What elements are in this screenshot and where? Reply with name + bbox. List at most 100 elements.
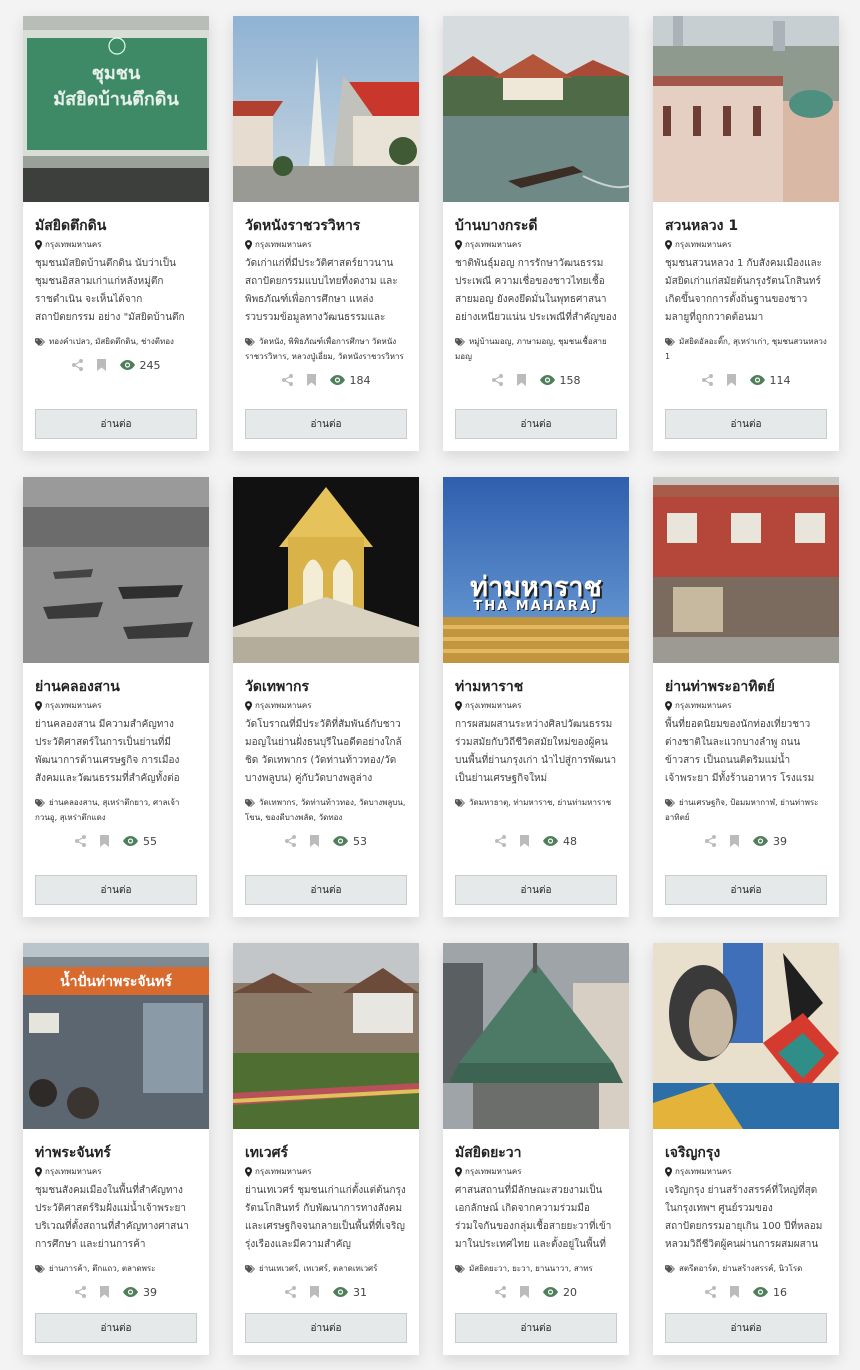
bookmark-icon[interactable] <box>310 1286 319 1298</box>
card-tags[interactable]: วัดมหาธาตุ, ท่ามหาราช, ย่านท่ามหาราช <box>455 795 617 825</box>
card-tags[interactable]: ย่านคลองสาน, สุเหร่าตึกยาว, ศาลเจ้ากวนอู… <box>35 795 197 825</box>
share-icon[interactable] <box>705 835 716 847</box>
view-count-value: 16 <box>773 1285 787 1299</box>
card-tags[interactable]: สตรีตอาร์ต, ย่านสร้างสรรค์, นิวโรด <box>665 1261 827 1276</box>
community-card-12[interactable]: เจริญกรุง กรุงเทพมหานคร เจริญกรุง ย่านสร… <box>653 943 839 1355</box>
bookmark-icon[interactable] <box>520 835 529 847</box>
card-title[interactable]: เจริญกรุง <box>665 1144 827 1162</box>
card-tags[interactable]: ย่านเทเวศร์, เทเวศร์, ตลาดเทเวศร์ <box>245 1261 407 1276</box>
card-tags-text[interactable]: ย่านการค้า, ตึกแถว, ตลาดพระ <box>49 1264 155 1273</box>
card-title[interactable]: มัสยิดตึกดิน <box>35 217 197 235</box>
bookmark-icon[interactable] <box>310 835 319 847</box>
community-card-3[interactable]: บ้านบางกระดี่ กรุงเทพมหานคร ชาติพันธุ์มอ… <box>443 16 629 451</box>
share-icon[interactable] <box>75 1286 86 1298</box>
card-stats: 16 <box>665 1284 827 1300</box>
read-more-button[interactable]: อ่านต่อ <box>455 409 617 439</box>
card-image[interactable]: น้ำปั่นท่าพระจันทร์ <box>23 943 209 1129</box>
card-tags-text[interactable]: ย่านคลองสาน, สุเหร่าตึกยาว, ศาลเจ้ากวนอู… <box>35 798 179 822</box>
read-more-button[interactable]: อ่านต่อ <box>245 1313 407 1343</box>
card-tags-text[interactable]: วัดมหาธาตุ, ท่ามหาราช, ย่านท่ามหาราช <box>469 798 611 807</box>
community-card-1[interactable]: ชุมชน มัสยิดบ้านตึกดิน มัสยิดตึกดิน กรุง… <box>23 16 209 451</box>
card-tags-text[interactable]: วัดเทพากร, วัดท่านท้าวทอง, วัดบางพลูบน, … <box>245 798 405 822</box>
card-tags-text[interactable]: หมู่บ้านมอญ, ภาษามอญ, ชุมชนเชื้อสายมอญ <box>455 337 607 361</box>
card-title[interactable]: บ้านบางกระดี่ <box>455 217 617 235</box>
card-title[interactable]: ท่ามหาราช <box>455 678 617 696</box>
community-card-8[interactable]: ย่านท่าพระอาทิตย์ กรุงเทพมหานคร พื้นที่ย… <box>653 477 839 917</box>
card-image[interactable] <box>23 477 209 663</box>
card-tags-text[interactable]: วัดหนัง, พิพิธภัณฑ์เพื่อการศึกษา วัดหนัง… <box>245 337 404 361</box>
read-more-button[interactable]: อ่านต่อ <box>665 875 827 905</box>
card-title[interactable]: วัดหนังราชวรวิหาร <box>245 217 407 235</box>
card-tags[interactable]: วัดหนัง, พิพิธภัณฑ์เพื่อการศึกษา วัดหนัง… <box>245 334 407 364</box>
card-tags[interactable]: หมู่บ้านมอญ, ภาษามอญ, ชุมชนเชื้อสายมอญ <box>455 334 617 364</box>
read-more-button[interactable]: อ่านต่อ <box>35 409 197 439</box>
read-more-button[interactable]: อ่านต่อ <box>245 409 407 439</box>
card-image[interactable] <box>443 943 629 1129</box>
bookmark-icon[interactable] <box>96 359 106 371</box>
read-more-button[interactable]: อ่านต่อ <box>35 875 197 905</box>
read-more-button[interactable]: อ่านต่อ <box>665 1313 827 1343</box>
share-icon[interactable] <box>705 1286 716 1298</box>
card-tags-text[interactable]: มัสยิดยะวา, ยะวา, ยานนาวา, สาทร <box>469 1264 593 1273</box>
read-more-button[interactable]: อ่านต่อ <box>665 409 827 439</box>
card-title[interactable]: ย่านท่าพระอาทิตย์ <box>665 678 827 696</box>
card-tags-text[interactable]: ทองคำเปลว, มัสยิดตึกดิน, ช่างตีทอง <box>49 337 174 346</box>
card-tags[interactable]: ย่านเศรษฐกิจ, ป้อมมหากาฬ, ย่านท่าพระอาทิ… <box>665 795 827 825</box>
card-tags[interactable]: วัดเทพากร, วัดท่านท้าวทอง, วัดบางพลูบน, … <box>245 795 407 825</box>
card-tags-text[interactable]: มัสยิดอัลอะติ๊ก, สุเหร่าเก่า, ชุมชนสวนหล… <box>665 337 827 361</box>
community-card-7[interactable]: ท่ามหาราช THA MAHARAJ ท่ามหาราช กรุงเทพม… <box>443 477 629 917</box>
share-icon[interactable] <box>71 359 83 371</box>
bookmark-icon[interactable] <box>730 1286 739 1298</box>
bookmark-icon[interactable] <box>306 374 316 386</box>
card-image[interactable]: ท่ามหาราช THA MAHARAJ <box>443 477 629 663</box>
card-title[interactable]: สวนหลวง 1 <box>665 217 827 235</box>
card-image[interactable]: ชุมชน มัสยิดบ้านตึกดิน <box>23 16 209 202</box>
card-title[interactable]: ย่านคลองสาน <box>35 678 197 696</box>
community-card-2[interactable]: วัดหนังราชวรวิหาร กรุงเทพมหานคร วัดเก่าแ… <box>233 16 419 451</box>
card-image[interactable] <box>233 943 419 1129</box>
card-title[interactable]: ท่าพระจันทร์ <box>35 1144 197 1162</box>
community-card-5[interactable]: ย่านคลองสาน กรุงเทพมหานคร ย่านคลองสาน มี… <box>23 477 209 917</box>
card-tags[interactable]: ย่านการค้า, ตึกแถว, ตลาดพระ <box>35 1261 197 1276</box>
card-image[interactable] <box>653 477 839 663</box>
card-image[interactable] <box>233 16 419 202</box>
card-location-text: กรุงเทพมหานคร <box>45 240 102 249</box>
card-title[interactable]: มัสยิดยะวา <box>455 1144 617 1162</box>
card-image[interactable] <box>653 16 839 202</box>
share-icon[interactable] <box>701 374 713 386</box>
community-card-6[interactable]: วัดเทพากร กรุงเทพมหานคร วัดโบราณที่มีประ… <box>233 477 419 917</box>
read-more-button[interactable]: อ่านต่อ <box>455 1313 617 1343</box>
share-icon[interactable] <box>285 1286 296 1298</box>
read-more-button[interactable]: อ่านต่อ <box>245 875 407 905</box>
bookmark-icon[interactable] <box>726 374 736 386</box>
bookmark-icon[interactable] <box>730 835 739 847</box>
read-more-button[interactable]: อ่านต่อ <box>35 1313 197 1343</box>
card-image[interactable] <box>653 943 839 1129</box>
card-title[interactable]: เทเวศร์ <box>245 1144 407 1162</box>
share-icon[interactable] <box>75 835 86 847</box>
card-image[interactable] <box>233 477 419 663</box>
community-card-9[interactable]: น้ำปั่นท่าพระจันทร์ ท่าพระจันทร์ กรุงเทพ… <box>23 943 209 1355</box>
community-card-10[interactable]: เทเวศร์ กรุงเทพมหานคร ย่านเทเวศร์ ชุมชนเ… <box>233 943 419 1355</box>
card-tags-text[interactable]: สตรีตอาร์ต, ย่านสร้างสรรค์, นิวโรด <box>679 1264 802 1273</box>
bookmark-icon[interactable] <box>100 1286 109 1298</box>
share-icon[interactable] <box>281 374 293 386</box>
read-more-button[interactable]: อ่านต่อ <box>455 875 617 905</box>
share-icon[interactable] <box>495 1286 506 1298</box>
card-tags-text[interactable]: ย่านเทเวศร์, เทเวศร์, ตลาดเทเวศร์ <box>259 1264 377 1273</box>
card-tags-text[interactable]: ย่านเศรษฐกิจ, ป้อมมหากาฬ, ย่านท่าพระอาทิ… <box>665 798 818 822</box>
share-icon[interactable] <box>491 374 503 386</box>
community-card-4[interactable]: สวนหลวง 1 กรุงเทพมหานคร ชุมชนสวนหลวง 1 ก… <box>653 16 839 451</box>
bookmark-icon[interactable] <box>100 835 109 847</box>
card-title[interactable]: วัดเทพากร <box>245 678 407 696</box>
card-image[interactable] <box>443 16 629 202</box>
card-location-text: กรุงเทพมหานคร <box>255 1167 312 1176</box>
card-tags[interactable]: มัสยิดอัลอะติ๊ก, สุเหร่าเก่า, ชุมชนสวนหล… <box>665 334 827 364</box>
card-tags[interactable]: ทองคำเปลว, มัสยิดตึกดิน, ช่างตีทอง <box>35 334 197 349</box>
bookmark-icon[interactable] <box>516 374 526 386</box>
share-icon[interactable] <box>285 835 296 847</box>
bookmark-icon[interactable] <box>520 1286 529 1298</box>
community-card-11[interactable]: มัสยิดยะวา กรุงเทพมหานคร ศาสนสถานที่มีลั… <box>443 943 629 1355</box>
share-icon[interactable] <box>495 835 506 847</box>
card-tags[interactable]: มัสยิดยะวา, ยะวา, ยานนาวา, สาทร <box>455 1261 617 1276</box>
